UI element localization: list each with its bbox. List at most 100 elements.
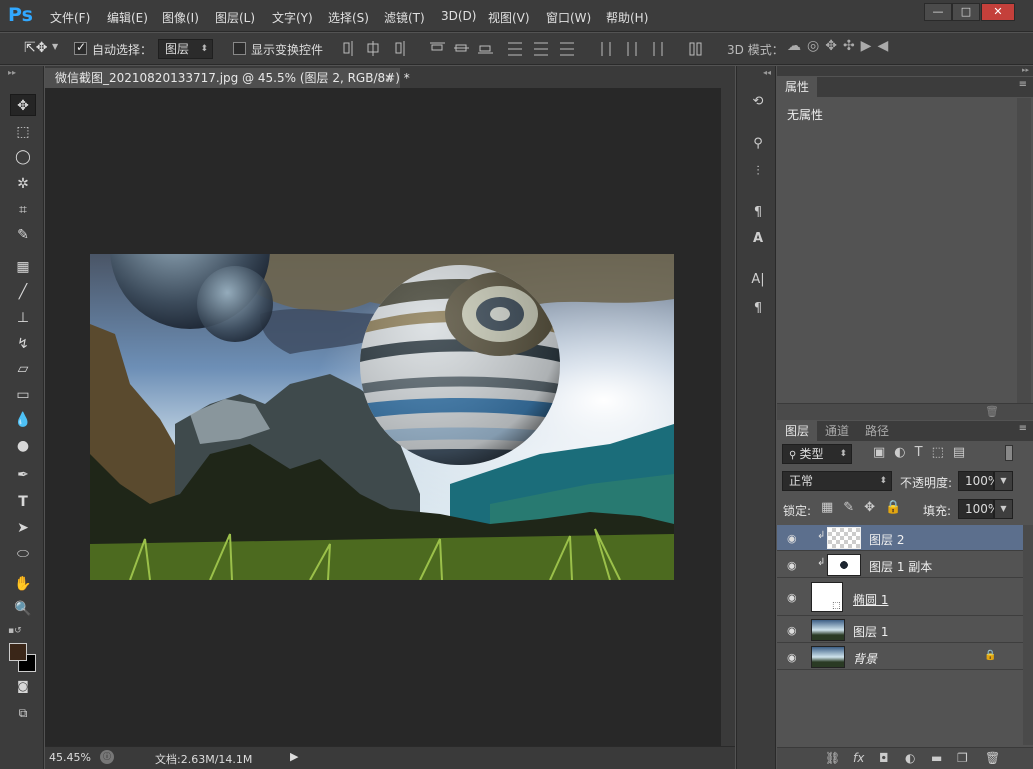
move-tool-icon[interactable]: ⇱✥ [24,40,47,56]
properties-scrollbar[interactable] [1017,98,1031,403]
brush-presets-icon[interactable]: ⫶ [748,162,768,182]
opacity-input[interactable]: 100% [958,471,999,491]
menu-edit[interactable]: 编辑(E) [107,9,148,26]
brush-panel-icon[interactable]: ⚲ [748,134,768,154]
eye-icon[interactable]: ◉ [787,532,797,545]
minimize-button[interactable]: — [924,3,952,21]
default-colors-icon[interactable]: ▪↺ [8,626,22,636]
dodge-tool-icon[interactable]: ● [10,435,36,457]
quick-mask-icon[interactable]: ◙ [10,675,36,697]
panel-menu-icon[interactable]: ≡ [1019,423,1027,434]
layer-row[interactable]: ◉ ↲ 图层 1 副本 [777,552,1023,578]
menu-file[interactable]: 文件(F) [50,9,90,26]
eye-icon[interactable]: ◉ [787,624,797,637]
auto-select-checkbox[interactable] [74,40,87,55]
layer-row[interactable]: ◉ 图层 1 [777,617,1023,643]
eyedropper-icon[interactable]: ✎ [10,224,36,246]
trash-icon[interactable]: 🗑 [985,751,1000,765]
blend-mode-dropdown[interactable]: 正常 ⬍ [782,471,892,491]
menu-filter[interactable]: 滤镜(T) [384,9,425,26]
paragraph-panel-icon[interactable]: ¶ [748,299,768,319]
zoom-level[interactable]: 45.45% [49,751,91,764]
add-mask-icon[interactable]: ◘ [879,751,889,765]
brush-tool-icon[interactable]: ╱ [10,281,36,303]
menu-help[interactable]: 帮助(H) [606,9,648,26]
gradient-tool-icon[interactable]: ▭ [10,384,36,406]
show-transform-checkbox[interactable] [233,42,246,55]
menu-image[interactable]: 图像(I) [162,9,199,26]
fill-input[interactable]: 100% [958,499,999,519]
layer-name[interactable]: 图层 1 [853,623,888,640]
panel-menu-icon[interactable]: ≡ [1019,79,1027,90]
character-panel-icon[interactable]: A| [748,270,768,290]
layer-name[interactable]: 背景 [853,650,877,667]
opacity-dropdown-icon[interactable]: ▼ [994,471,1013,491]
new-group-icon[interactable]: ▬ [931,751,942,765]
close-tab-icon[interactable]: × [384,68,394,88]
canvas-area[interactable] [45,88,721,746]
adjustment-layer-icon[interactable]: ◐ [905,751,915,765]
screen-mode-icon[interactable]: ⧉ [10,702,36,724]
maximize-button[interactable]: □ [952,3,980,21]
trash-icon[interactable]: 🗑 [985,405,999,418]
move-tool-icon[interactable]: ✥ [10,94,36,116]
foreground-color-swatch[interactable] [9,643,27,661]
align-icons[interactable] [340,40,720,58]
document-tab[interactable]: 微信截图_20210820133717.jpg @ 45.5% (图层 2, R… [45,68,410,88]
layer-name[interactable]: 图层 1 副本 [869,558,932,575]
chevron-down-icon[interactable]: ▼ [52,42,58,51]
link-layers-icon[interactable]: ⛓ [825,751,840,765]
magic-wand-icon[interactable]: ✲ [10,173,36,195]
path-select-icon[interactable]: ➤ [10,517,36,539]
layers-scrollbar[interactable] [1023,525,1033,745]
eye-icon[interactable]: ◉ [787,559,797,572]
close-button[interactable]: ✕ [981,3,1015,21]
paragraph-styles-icon[interactable]: A [748,229,768,249]
eye-icon[interactable]: ◉ [787,591,797,604]
character-styles-icon[interactable]: ¶ [748,203,768,223]
marquee-tool-icon[interactable]: ⬚ [10,121,36,143]
history-brush-icon[interactable]: ↯ [10,333,36,355]
filter-type-icons[interactable]: ▣◐T⬚▤ [873,445,974,460]
tab-paths[interactable]: 路径 [857,421,897,441]
vertical-scrollbar[interactable] [721,88,735,746]
canvas-image[interactable] [90,254,674,580]
status-menu-arrow-icon[interactable]: ▶ [290,750,298,763]
menu-window[interactable]: 窗口(W) [546,9,591,26]
menu-layer[interactable]: 图层(L) [215,9,255,26]
menu-type[interactable]: 文字(Y) [272,9,313,26]
fx-icon[interactable]: fx [853,751,864,765]
new-layer-icon[interactable]: ❐ [957,751,968,765]
hand-tool-icon[interactable]: ✋ [10,573,36,595]
menu-3d[interactable]: 3D(D) [441,9,476,23]
collapse-arrows-icon[interactable]: ▸▸ [1022,66,1029,74]
layer-name[interactable]: 图层 2 [869,531,904,548]
auto-select-dropdown[interactable]: 图层 ⬍ [158,39,213,59]
filter-toggle[interactable] [1005,445,1013,461]
history-panel-icon[interactable]: ⟲ [748,92,768,112]
tab-channels[interactable]: 通道 [817,421,857,441]
zoom-tool-icon[interactable]: 🔍 [10,598,36,620]
tab-layers[interactable]: 图层 [777,421,818,441]
status-info-icon[interactable]: ⓘ [100,750,114,764]
layer-row[interactable]: ◉ 背景 🔒 [777,644,1023,670]
eraser-tool-icon[interactable]: ▱ [10,358,36,380]
lasso-tool-icon[interactable]: ◯ [10,146,36,168]
3d-mode-icons[interactable]: ☁◎✥✣▶◀ [787,38,894,54]
fill-dropdown-icon[interactable]: ▼ [994,499,1013,519]
layer-row[interactable]: ◉ ⬚ 椭圆 1 [777,579,1023,616]
crop-tool-icon[interactable]: ⌗ [10,199,36,221]
pen-tool-icon[interactable]: ✒ [10,464,36,486]
healing-brush-icon[interactable]: ▦ [10,256,36,278]
collapse-arrows-icon[interactable]: ▸▸ [8,68,16,77]
menu-select[interactable]: 选择(S) [328,9,369,26]
layer-row[interactable]: ◉ ↲ 图层 2 [777,525,1023,551]
layer-name[interactable]: 椭圆 1 [853,591,888,608]
eye-icon[interactable]: ◉ [787,651,797,664]
type-tool-icon[interactable]: T [10,491,36,513]
ellipse-tool-icon[interactable]: ⬭ [10,543,36,565]
stamp-tool-icon[interactable]: ⊥ [10,307,36,329]
collapse-arrows-icon[interactable]: ◂◂ [763,68,771,77]
tab-properties[interactable]: 属性 [777,77,818,97]
lock-icons[interactable]: ▦✎✥🔒 [821,500,911,515]
